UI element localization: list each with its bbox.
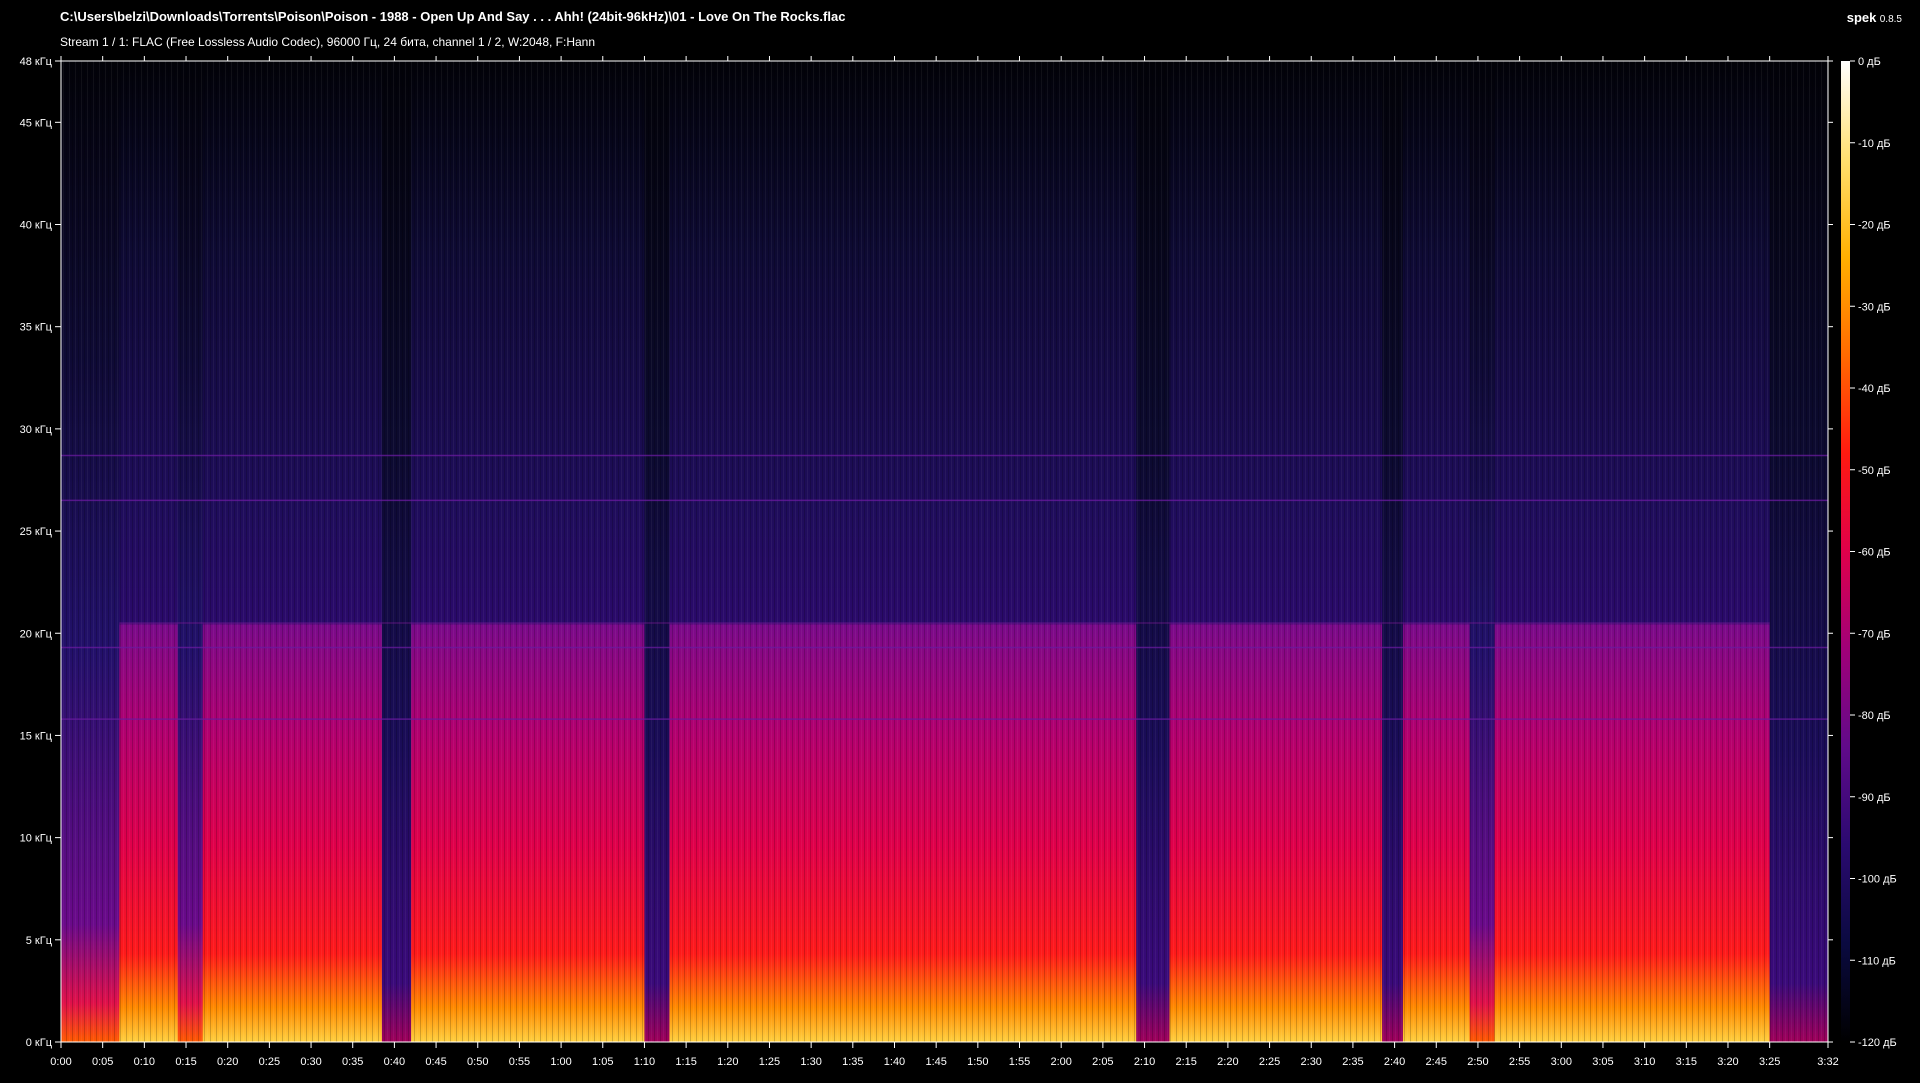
colorbar-label-4: -40 дБ xyxy=(1858,383,1891,395)
x-tick-label-23: 1:55 xyxy=(1009,1056,1030,1068)
colorbar-label-5: -50 дБ xyxy=(1858,465,1891,477)
x-tick-label-10: 0:50 xyxy=(467,1056,488,1068)
x-tick-label-35: 2:55 xyxy=(1509,1056,1530,1068)
x-tick-label-19: 1:35 xyxy=(842,1056,863,1068)
x-tick-label-8: 0:40 xyxy=(384,1056,405,1068)
colorbar-label-12: -120 дБ xyxy=(1858,1037,1897,1049)
y-tick-label-7: 35 кГц xyxy=(20,322,53,334)
y-tick-label-0: 0 кГц xyxy=(26,1037,53,1049)
x-tick-label-1: 0:05 xyxy=(92,1056,113,1068)
x-tick-label-40: 3:20 xyxy=(1717,1056,1738,1068)
colorbar-label-1: -10 дБ xyxy=(1858,138,1891,150)
colorbar-label-10: -100 дБ xyxy=(1858,874,1897,886)
x-tick-label-18: 1:30 xyxy=(800,1056,821,1068)
x-tick-label-20: 1:40 xyxy=(884,1056,905,1068)
x-tick-label-6: 0:30 xyxy=(300,1056,321,1068)
x-tick-label-14: 1:10 xyxy=(634,1056,655,1068)
y-tick-label-1: 5 кГц xyxy=(26,935,53,947)
x-tick-label-36: 3:00 xyxy=(1551,1056,1572,1068)
x-tick-label-16: 1:20 xyxy=(717,1056,738,1068)
x-tick-label-42: 3:32 xyxy=(1817,1056,1838,1068)
spectrogram-chart: 0 кГц 5 кГц 10 кГц 15 кГц 20 кГц 25 кГц 30 кГц… xyxy=(20,56,1897,1068)
y-tick-label-4: 20 кГц xyxy=(20,628,53,640)
y-tick-label-10: 48 кГц xyxy=(20,56,53,68)
x-tick-label-15: 1:15 xyxy=(675,1056,696,1068)
x-tick-label-9: 0:45 xyxy=(425,1056,446,1068)
y-tick-label-9: 45 кГц xyxy=(20,117,53,129)
y-tick-label-6: 30 кГц xyxy=(20,424,53,436)
x-tick-label-11: 0:55 xyxy=(509,1056,530,1068)
colorbar-label-8: -80 дБ xyxy=(1858,710,1891,722)
streak-texture xyxy=(61,61,1828,1042)
x-tick-label-28: 2:20 xyxy=(1217,1056,1238,1068)
colorbar-label-0: 0 дБ xyxy=(1858,56,1881,68)
y-tick-label-2: 10 кГц xyxy=(20,833,53,845)
colorbar-label-3: -30 дБ xyxy=(1858,301,1891,313)
colorbar-label-6: -60 дБ xyxy=(1858,547,1891,559)
x-tick-label-22: 1:50 xyxy=(967,1056,988,1068)
x-tick-label-4: 0:20 xyxy=(217,1056,238,1068)
x-tick-label-34: 2:50 xyxy=(1467,1056,1488,1068)
x-tick-label-37: 3:05 xyxy=(1592,1056,1613,1068)
y-tick-label-8: 40 кГц xyxy=(20,220,53,232)
y-tick-label-5: 25 кГц xyxy=(20,526,53,538)
x-tick-label-5: 0:25 xyxy=(259,1056,280,1068)
x-tick-label-27: 2:15 xyxy=(1176,1056,1197,1068)
x-tick-label-17: 1:25 xyxy=(759,1056,780,1068)
x-tick-label-25: 2:05 xyxy=(1092,1056,1113,1068)
x-tick-label-38: 3:10 xyxy=(1634,1056,1655,1068)
x-tick-label-0: 0:00 xyxy=(50,1056,71,1068)
colorbar-label-9: -90 дБ xyxy=(1858,792,1891,804)
x-tick-label-29: 2:25 xyxy=(1259,1056,1280,1068)
x-tick-label-24: 2:00 xyxy=(1050,1056,1071,1068)
colorbar-scale xyxy=(1841,61,1850,1042)
x-tick-label-33: 2:45 xyxy=(1426,1056,1447,1068)
x-tick-label-41: 3:25 xyxy=(1759,1056,1780,1068)
x-tick-label-13: 1:05 xyxy=(592,1056,613,1068)
x-tick-label-30: 2:30 xyxy=(1301,1056,1322,1068)
x-tick-label-21: 1:45 xyxy=(925,1056,946,1068)
colorbar-label-2: -20 дБ xyxy=(1858,220,1891,232)
x-tick-label-3: 0:15 xyxy=(175,1056,196,1068)
x-tick-label-31: 2:35 xyxy=(1342,1056,1363,1068)
colorbar-label-11: -110 дБ xyxy=(1858,955,1896,967)
x-tick-label-12: 1:00 xyxy=(550,1056,571,1068)
x-tick-label-26: 2:10 xyxy=(1134,1056,1155,1068)
x-tick-label-39: 3:15 xyxy=(1676,1056,1697,1068)
x-tick-label-2: 0:10 xyxy=(134,1056,155,1068)
x-tick-label-7: 0:35 xyxy=(342,1056,363,1068)
x-tick-label-32: 2:40 xyxy=(1384,1056,1405,1068)
y-tick-label-3: 15 кГц xyxy=(20,730,53,742)
colorbar-label-7: -70 дБ xyxy=(1858,628,1891,640)
